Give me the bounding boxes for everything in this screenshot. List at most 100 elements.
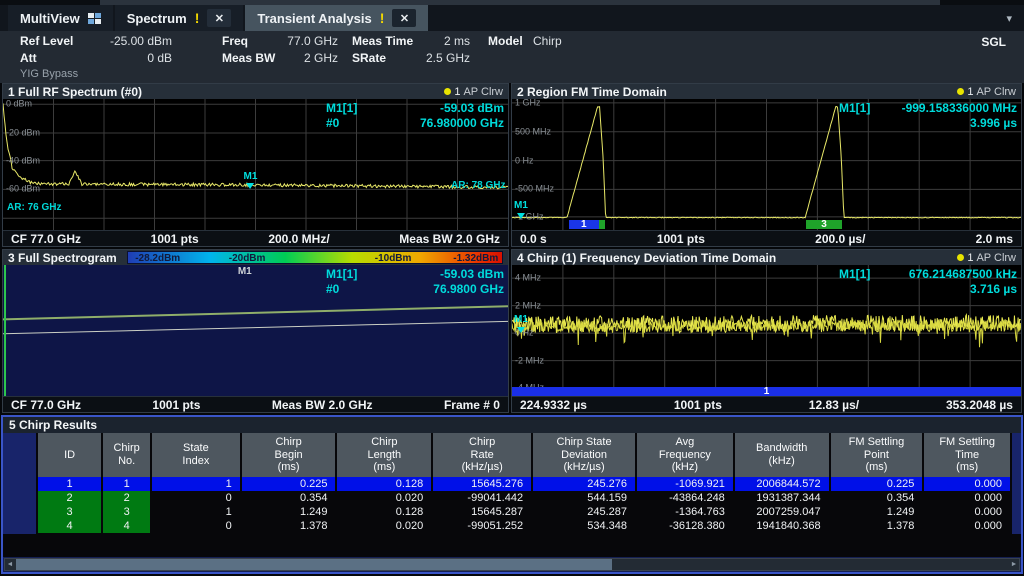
table-cell: 534.348: [533, 519, 635, 533]
freq-label: Freq: [222, 34, 248, 48]
column-header: Chirp Length (ms): [337, 433, 431, 477]
table-cell: 3: [103, 505, 150, 519]
marker-m1[interactable]: M1: [243, 172, 257, 190]
results-table: IDChirp No.State IndexChirp Begin (ms)Ch…: [36, 433, 1012, 533]
column-header: State Index: [152, 433, 240, 477]
dropdown-caret-icon[interactable]: ▾: [994, 12, 1024, 25]
panel-full-spectrogram[interactable]: 3 Full Spectrogram -28.2dBm -20dBm -10dB…: [2, 249, 509, 413]
color-scale-label: -1.32dBm: [453, 252, 498, 265]
table-cell: 2: [103, 491, 150, 505]
table-cell: 4: [38, 519, 101, 533]
tab-label: MultiView: [20, 11, 80, 26]
table-cell: 0.225: [242, 477, 336, 491]
table-cell: 544.159: [533, 491, 635, 505]
single-sweep-badge: SGL: [981, 35, 1006, 49]
settings-bar: Ref Level -25.00 dBm Freq 77.0 GHz Meas …: [0, 31, 1024, 83]
results-title: 5 Chirp Results: [9, 418, 97, 432]
panel-chirp-frequency-deviation[interactable]: 4 Chirp (1) Frequency Deviation Time Dom…: [511, 249, 1022, 413]
table-cell: 2007259.047: [735, 505, 829, 519]
y-axis-label: -2 MHz: [515, 355, 544, 365]
meas-time-value[interactable]: 2 ms: [408, 34, 470, 48]
column-header: Chirp Begin (ms): [242, 433, 336, 477]
table-cell: 1: [152, 477, 240, 491]
table-cell: 0: [152, 519, 240, 533]
results-left-gutter: [3, 433, 36, 534]
table-cell: 1: [152, 505, 240, 519]
table-cell: 2006844.572: [735, 477, 829, 491]
panel-region-fm-time-domain[interactable]: 2 Region FM Time Domain 1 AP Clrw M1[1]-…: [511, 83, 1022, 247]
panel-header: 1 Full RF Spectrum (#0) 1 AP Clrw: [3, 84, 508, 99]
y-axis-label: 0 dBm: [6, 99, 32, 109]
close-tab-icon[interactable]: ✕: [207, 9, 231, 27]
table-cell: 1941840.368: [735, 519, 829, 533]
table-row[interactable]: 4401.3780.020-99051.252534.348-36128.380…: [38, 519, 1010, 533]
trace-badge: 1 AP Clrw: [957, 252, 1016, 264]
table-cell: 1: [103, 477, 150, 491]
tab-label: Spectrum: [127, 11, 187, 26]
chart-annotation: AR: 78 GHz: [451, 180, 505, 191]
fm-time-domain-chart[interactable]: M1[1]-999.158336000 MHz 3.996 µs 1 GHz50…: [512, 99, 1021, 230]
meas-bw-value[interactable]: 2 GHz: [258, 51, 338, 65]
warning-icon: !: [380, 10, 385, 26]
trace-badge: 1 AP Clrw: [444, 86, 503, 98]
panel-footer: CF 77.0 GHz1001 pts Meas BW 2.0 GHzFrame…: [3, 396, 508, 412]
table-row[interactable]: 2200.3540.020-99041.442544.159-43864.248…: [38, 491, 1010, 505]
close-tab-icon[interactable]: ✕: [392, 9, 416, 27]
scroll-right-icon[interactable]: ►: [1009, 559, 1019, 570]
panel-title: 1 Full RF Spectrum (#0): [8, 85, 142, 99]
results-title-bar: 5 Chirp Results: [3, 417, 1021, 433]
table-cell: 0.000: [924, 491, 1010, 505]
rf-spectrum-chart[interactable]: M1[1]-59.03 dBm #076.980000 GHz 0 dBm-20…: [3, 99, 508, 230]
chirp-segment-bar: 1: [512, 387, 1021, 396]
tab-multiview[interactable]: MultiView: [8, 5, 113, 31]
panel-chirp-results[interactable]: 5 Chirp Results IDChirp No.State IndexCh…: [1, 415, 1023, 574]
column-header: Chirp Rate (kHz/µs): [433, 433, 531, 477]
panel-full-rf-spectrum[interactable]: 1 Full RF Spectrum (#0) 1 AP Clrw M1[1]-…: [2, 83, 509, 247]
att-value[interactable]: 0 dB: [86, 51, 172, 65]
table-cell: 245.276: [533, 477, 635, 491]
tab-transient-analysis[interactable]: Transient Analysis ! ✕: [245, 5, 428, 31]
table-row[interactable]: 3311.2490.12815645.287245.287-1364.76320…: [38, 505, 1010, 519]
spectrogram-color-scale: -28.2dBm -20dBm -10dBm -1.32dBm: [127, 251, 503, 264]
y-axis-label: 0 Hz: [515, 155, 534, 165]
freq-value[interactable]: 77.0 GHz: [258, 34, 338, 48]
table-cell: 1: [38, 477, 101, 491]
srate-label: SRate: [352, 51, 386, 65]
table-cell: 1931387.344: [735, 491, 829, 505]
table-cell: -99041.442: [433, 491, 531, 505]
tab-bar: MultiView Spectrum ! ✕ Transient Analysi…: [0, 5, 1024, 31]
column-header: Avg Frequency (kHz): [637, 433, 733, 477]
marker-readout: M1[1]676.214687500 kHz 3.716 µs: [839, 267, 1017, 297]
trace-color-dot: [957, 254, 964, 261]
att-label: Att: [20, 51, 37, 65]
scrollbar-thumb[interactable]: [16, 559, 612, 570]
srate-value[interactable]: 2.5 GHz: [408, 51, 470, 65]
scroll-left-icon[interactable]: ◄: [5, 559, 15, 570]
marker-m1[interactable]: M1: [514, 201, 528, 219]
panel-footer: 0.0 s1001 pts 200.0 µs/2.0 ms: [512, 230, 1021, 246]
table-row[interactable]: 1110.2250.12815645.276245.276-1069.92120…: [38, 477, 1010, 491]
column-header: ID: [38, 433, 101, 477]
table-cell: 0.354: [242, 491, 336, 505]
color-scale-label: -10dBm: [375, 252, 412, 265]
spectrogram-chart[interactable]: M1[1]-59.03 dBm #076.9800 GHz M1: [3, 265, 508, 396]
table-cell: 0.225: [831, 477, 923, 491]
table-cell: 0.000: [924, 505, 1010, 519]
results-table-body: 1110.2250.12815645.276245.276-1069.92120…: [38, 477, 1010, 533]
tab-spectrum[interactable]: Spectrum ! ✕: [115, 5, 244, 31]
panel-header: 2 Region FM Time Domain 1 AP Clrw: [512, 84, 1021, 99]
frequency-deviation-chart[interactable]: M1[1]676.214687500 kHz 3.716 µs 4 MHz2 M…: [512, 265, 1021, 396]
horizontal-scrollbar[interactable]: ◄ ►: [4, 558, 1020, 571]
y-axis-label: -40 dBm: [6, 155, 40, 165]
table-cell: 245.287: [533, 505, 635, 519]
multiview-grid-icon: [88, 13, 101, 24]
chirp-segment-bar: [599, 220, 606, 229]
marker-m1[interactable]: M1: [514, 315, 528, 333]
panel-header: 3 Full Spectrogram -28.2dBm -20dBm -10dB…: [3, 250, 508, 265]
column-header: Chirp No.: [103, 433, 150, 477]
tab-label: Transient Analysis: [257, 11, 371, 26]
ref-level-value[interactable]: -25.00 dBm: [86, 34, 172, 48]
ref-level-label: Ref Level: [20, 34, 73, 48]
model-value[interactable]: Chirp: [533, 34, 603, 48]
table-cell: 0.354: [831, 491, 923, 505]
